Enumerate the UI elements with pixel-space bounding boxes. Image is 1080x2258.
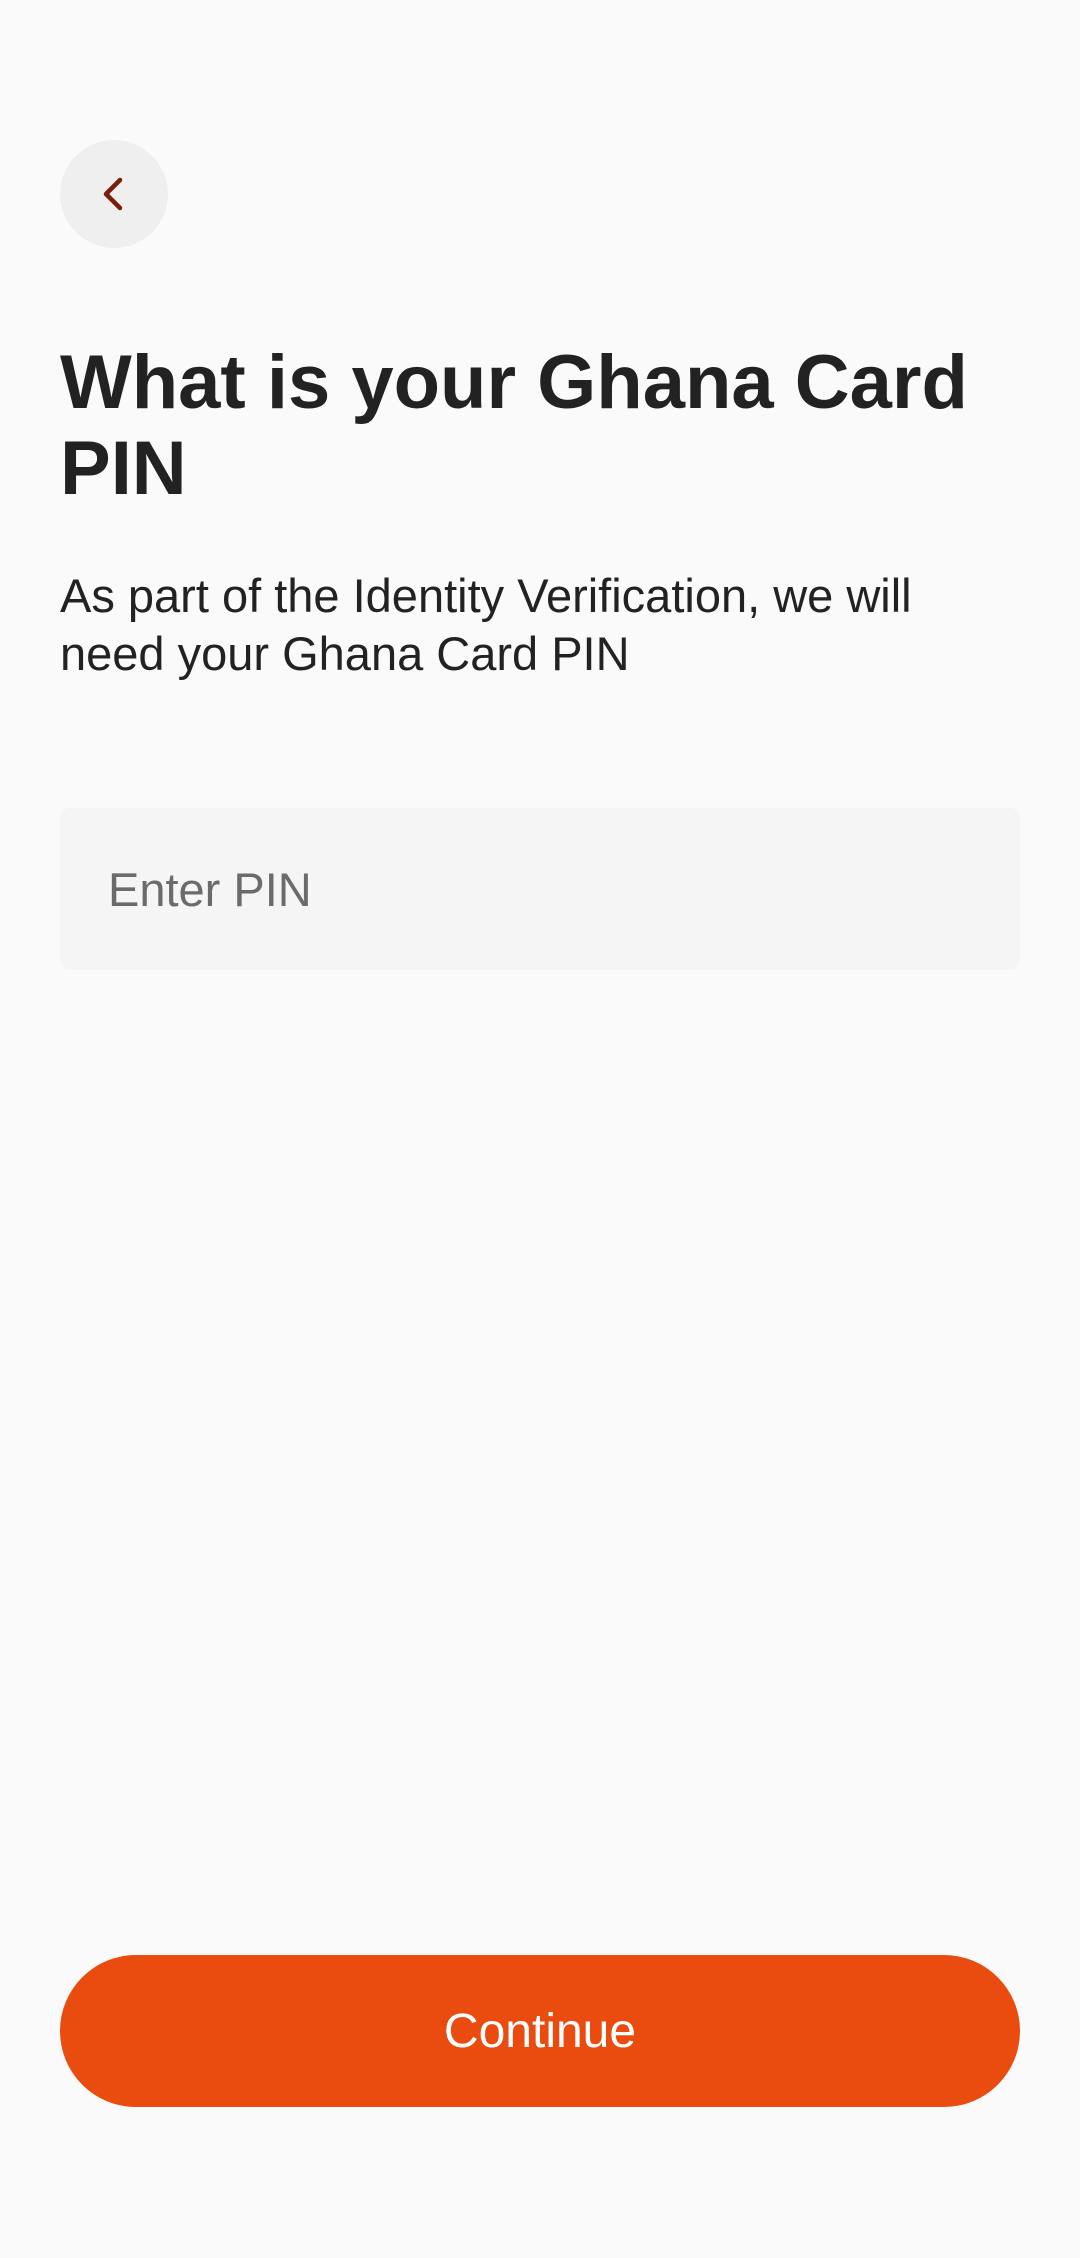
chevron-left-icon bbox=[94, 174, 134, 214]
pin-input[interactable] bbox=[60, 808, 1020, 970]
page-title: What is your Ghana Card PIN bbox=[60, 340, 968, 511]
back-button[interactable] bbox=[60, 140, 168, 248]
continue-button[interactable]: Continue bbox=[60, 1955, 1020, 2107]
page-subtitle: As part of the Identity Verification, we… bbox=[60, 569, 912, 680]
